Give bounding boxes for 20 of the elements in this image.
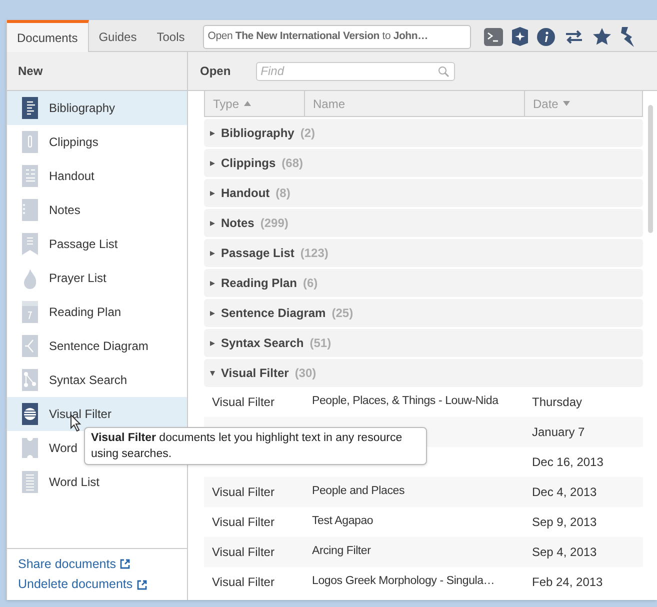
table-cell: Visual Filter: [212, 395, 274, 409]
table-cell: Logos Greek Morphology - Singula…: [312, 575, 495, 588]
table-cell: Sep 4, 2013: [532, 545, 597, 559]
table-cell: People and Places: [312, 485, 405, 498]
tooltip: Visual Filter documents let you highlight text in any resource using searches.: [84, 427, 427, 465]
table-cell: Dec 16, 2013: [532, 455, 604, 469]
table-cell: January 7: [532, 425, 585, 439]
table-cell: People, Places, & Things - Louw-Nida: [312, 395, 498, 408]
table-cell: Arcing Filter: [312, 545, 371, 558]
table-cell: Thursday: [532, 395, 582, 409]
panel-title: Open: [200, 63, 231, 80]
table-cell: Feb 24, 2013: [532, 575, 603, 589]
table-cell: Visual Filter: [212, 575, 274, 589]
panel-title: New: [18, 63, 43, 80]
table-cell: Visual Filter: [212, 515, 274, 529]
table-cell: Test Agapao: [312, 515, 374, 528]
table-cell: Visual Filter: [212, 545, 274, 559]
table-cell: Sep 9, 2013: [532, 515, 597, 529]
table-cell: Visual Filter: [212, 485, 274, 499]
table-cell: Dec 4, 2013: [532, 485, 597, 499]
